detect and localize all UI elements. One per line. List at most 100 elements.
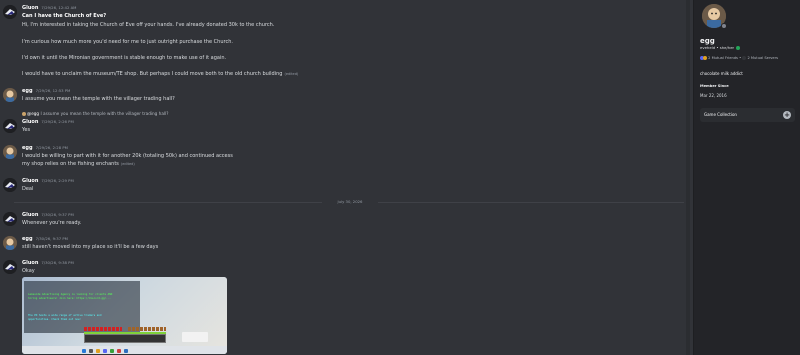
game-collection-section[interactable]: Game Collection +	[700, 108, 795, 122]
message-text: Yes	[22, 127, 31, 133]
timestamp: 7/30/26, 9:38 PM	[41, 260, 74, 265]
reply-text: I assume you mean the temple with the vi…	[40, 111, 169, 116]
message-header: Gluon 7/29/26, 12:42 AM	[22, 5, 76, 11]
egg-avatar-icon	[3, 236, 17, 250]
reply-avatar-icon	[22, 112, 26, 116]
message-text: I'm curious how much more you'd need for…	[22, 39, 233, 45]
message-text: Can I have the Church of Eve?	[22, 13, 107, 19]
message-text: Whenever you're ready.	[22, 220, 82, 226]
badge-icon	[736, 46, 741, 50]
egg-avatar-icon	[3, 88, 17, 102]
date-divider-label: July 30, 2026	[322, 199, 378, 205]
mutual-friend-icon	[703, 56, 707, 60]
message-header: Gluon 7/30/26, 9:38 PM	[22, 260, 74, 266]
gluon-avatar-icon	[3, 260, 17, 274]
minecraft-icon	[110, 348, 114, 353]
message-header: Gluon 7/29/26, 2:29 PM	[22, 178, 74, 184]
reply-author[interactable]: @egg	[27, 111, 39, 116]
profile-username: eveheld • she/her	[700, 45, 741, 50]
gluon-avatar-icon	[3, 212, 17, 226]
username[interactable]: egg	[22, 145, 33, 151]
discord-icon	[103, 348, 107, 353]
game-chat-line: hiring advertisers! Join here: https://d…	[28, 297, 111, 300]
username[interactable]: Gluon	[22, 119, 38, 125]
notification-popup	[182, 332, 208, 342]
mutual-friends-link[interactable]: 2 Mutual Friends	[708, 56, 738, 60]
message-text: I would be willing to part with it for a…	[22, 153, 233, 159]
message-list: Gluon 7/29/26, 12:42 AM Can I have the Ch…	[0, 0, 693, 355]
profile-display-name: egg	[700, 37, 715, 45]
username[interactable]: Gluon	[22, 212, 38, 218]
avatar[interactable]	[3, 119, 17, 133]
avatar[interactable]	[3, 88, 17, 102]
message-text: still haven't moved into my place so it'…	[22, 244, 159, 250]
avatar[interactable]	[3, 236, 17, 250]
username-text: eveheld	[700, 45, 716, 50]
mutual-servers-link[interactable]: 2 Mutual Servers	[747, 56, 778, 60]
avatar[interactable]	[3, 212, 17, 226]
pronouns: she/her	[719, 45, 735, 50]
member-since-label: Member Since	[700, 84, 729, 88]
message-header: Gluon 7/29/26, 2:26 PM	[22, 119, 74, 125]
message-text-content: my shop relies on the fishing enchants	[22, 161, 119, 167]
profile-bio: chocolate milk addict	[700, 71, 743, 76]
timestamp: 7/30/26, 9:37 PM	[41, 212, 74, 217]
mutuals[interactable]: 2 Mutual Friends • 2 Mutual Servers	[700, 56, 778, 60]
reply-preview[interactable]: @egg I assume you mean the temple with t…	[22, 111, 168, 116]
avatar[interactable]	[3, 5, 17, 19]
user-profile-panel: egg eveheld • she/her 2 Mutual Friends •…	[693, 0, 800, 355]
taskbar	[22, 346, 227, 354]
game-chat-line: Lakeside Advertising Agency is looking f…	[28, 293, 113, 296]
timestamp: 7/29/26, 2:26 PM	[41, 119, 74, 124]
username[interactable]: Gluon	[22, 178, 38, 184]
username[interactable]: egg	[22, 236, 33, 242]
timestamp: 7/29/26, 2:29 PM	[41, 178, 74, 183]
username[interactable]: Gluon	[22, 5, 38, 11]
username[interactable]: egg	[22, 88, 33, 94]
health-bar	[84, 327, 122, 331]
message-header: Gluon 7/30/26, 9:37 PM	[22, 212, 74, 218]
game-collection-label: Game Collection	[704, 112, 737, 117]
gluon-avatar-icon	[3, 119, 17, 133]
edited-label: (edited)	[120, 162, 135, 166]
username[interactable]: Gluon	[22, 260, 38, 266]
hunger-bar	[128, 327, 166, 331]
search-icon	[89, 348, 93, 353]
message-header: egg 7/30/26, 9:37 PM	[22, 236, 68, 242]
game-chat-line: opportunities. Check them out now:	[28, 318, 82, 321]
timestamp: 7/30/26, 9:37 PM	[35, 236, 68, 241]
message-text: I would have to unclaim the museum/TE sh…	[22, 71, 298, 77]
edited-label: (edited)	[284, 72, 299, 76]
timestamp: 7/29/26, 12:42 AM	[41, 5, 77, 10]
mutual-server-icon	[742, 56, 747, 60]
avatar[interactable]	[3, 260, 17, 274]
browser-icon	[124, 348, 128, 353]
folder-icon	[96, 348, 100, 353]
gluon-avatar-icon	[3, 178, 17, 192]
app-icon	[117, 348, 121, 353]
gluon-avatar-icon	[3, 5, 17, 19]
add-icon[interactable]: +	[783, 111, 791, 119]
egg-avatar-icon	[3, 145, 17, 159]
message-text: I assume you mean the temple with the vi…	[22, 96, 175, 102]
scrollbar[interactable]	[686, 0, 690, 355]
message-text: I'd own it until the Mironian government…	[22, 55, 227, 61]
start-icon	[82, 348, 86, 353]
member-since-date: Mar 22, 2016	[700, 93, 727, 98]
avatar[interactable]	[3, 145, 17, 159]
message-text: Deal	[22, 186, 34, 192]
message-text: Okay	[22, 268, 35, 274]
message-text: Hi, I'm interested in taking the Church …	[22, 22, 275, 28]
image-attachment[interactable]: Lakeside Advertising Agency is looking f…	[22, 277, 227, 354]
hotbar	[84, 334, 166, 343]
game-chat-line: The PO hosts a wide range of active trad…	[28, 314, 102, 317]
message-text-content: I would have to unclaim the museum/TE sh…	[22, 71, 283, 77]
timestamp: 7/29/26, 12:53 PM	[35, 88, 71, 93]
message-text: my shop relies on the fishing enchants (e…	[22, 161, 135, 167]
game-chat-overlay: Lakeside Advertising Agency is looking f…	[24, 281, 140, 333]
message-header: egg 7/29/26, 12:53 PM	[22, 88, 70, 94]
message-header: egg 7/29/26, 2:28 PM	[22, 145, 68, 151]
status-indicator	[721, 23, 727, 29]
timestamp: 7/29/26, 2:28 PM	[35, 145, 68, 150]
avatar[interactable]	[3, 178, 17, 192]
